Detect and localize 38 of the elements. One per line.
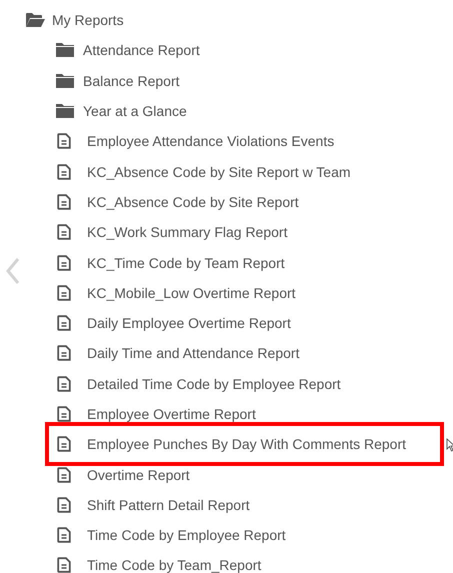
- tree-item[interactable]: KC_Mobile_Low Overtime Report: [87, 284, 296, 301]
- document-icon: [57, 466, 71, 483]
- tree-item[interactable]: Daily Employee Overtime Report: [87, 315, 291, 332]
- document-icon: [57, 284, 71, 301]
- document-icon: [57, 406, 71, 422]
- document-icon: [57, 436, 71, 452]
- tree-item[interactable]: Employee Overtime Report: [87, 406, 256, 422]
- document-icon: [57, 133, 71, 150]
- folder-icon: [55, 103, 75, 120]
- tree-item[interactable]: Employee Punches By Day With Comments Report: [87, 436, 406, 452]
- document-icon: [57, 224, 71, 240]
- document-icon: [57, 164, 71, 180]
- document-icon: [57, 557, 71, 573]
- tree-item[interactable]: Employee Attendance Violations Events: [87, 133, 334, 150]
- document-icon: [57, 194, 71, 210]
- tree-item[interactable]: KC_Absence Code by Site Report w Team: [87, 164, 351, 180]
- tree-item[interactable]: Year at a Glance: [83, 103, 187, 120]
- tree-item[interactable]: KC_Time Code by Team Report: [87, 254, 285, 271]
- document-icon: [57, 315, 71, 332]
- tree-item[interactable]: Time Code by Team_Report: [87, 557, 262, 573]
- document-icon: [57, 345, 71, 362]
- tree-item[interactable]: KC_Absence Code by Site Report: [87, 194, 299, 210]
- tree-item[interactable]: Attendance Report: [83, 42, 200, 58]
- document-icon: [57, 376, 71, 392]
- document-icon: [57, 496, 71, 513]
- tree-item[interactable]: Overtime Report: [87, 466, 190, 483]
- tree-item[interactable]: Shift Pattern Detail Report: [87, 496, 250, 513]
- tree-item[interactable]: Time Code by Employee Report: [87, 527, 286, 544]
- tree-item[interactable]: KC_Work Summary Flag Report: [87, 224, 288, 240]
- tree-item[interactable]: Daily Time and Attendance Report: [87, 345, 300, 362]
- folder-icon: [55, 42, 75, 58]
- open-folder-icon[interactable]: [25, 12, 45, 28]
- tree-item[interactable]: Detailed Time Code by Employee Report: [87, 376, 341, 392]
- tree-item[interactable]: Balance Report: [83, 72, 180, 89]
- document-icon: [57, 254, 71, 271]
- folder-icon: [55, 72, 75, 89]
- document-icon: [57, 527, 71, 544]
- tree-item[interactable]: My Reports: [52, 12, 124, 28]
